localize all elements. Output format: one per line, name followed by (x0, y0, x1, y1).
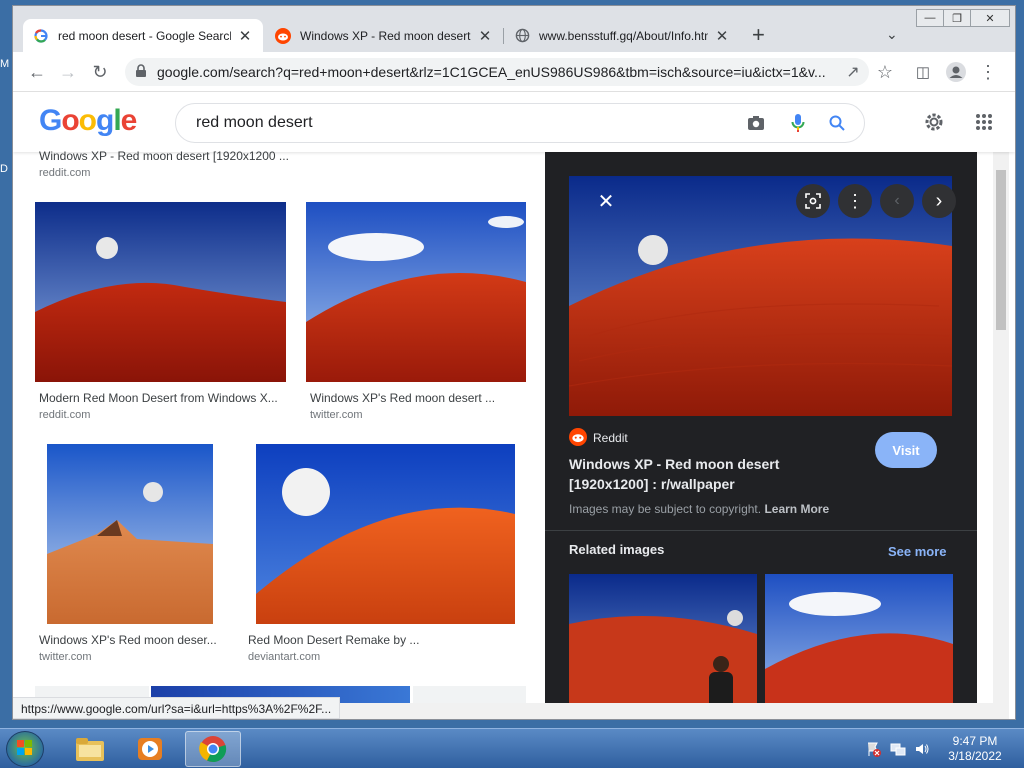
tab-title: www.bensstuff.gq/About/Info.htm (539, 28, 708, 43)
visit-button[interactable]: Visit (875, 432, 937, 468)
reload-button[interactable]: ↻ (88, 60, 112, 84)
new-tab-button[interactable]: + (752, 24, 765, 46)
next-image-icon[interactable]: › (922, 184, 956, 218)
learn-more-link[interactable]: Learn More (764, 502, 829, 516)
tab-title: red moon desert - Google Search (58, 28, 231, 43)
source-site[interactable]: Reddit (593, 431, 628, 445)
tab-google-search[interactable]: red moon desert - Google Search ✕ (23, 19, 263, 52)
image-preview-panel: ✕ ⋮ ‹ › Reddit Windows XP - Red moon des… (545, 152, 977, 719)
close-tab-icon[interactable]: ✕ (477, 27, 493, 45)
taskbar-chrome-icon[interactable] (185, 731, 241, 767)
minimize-button[interactable]: — (916, 9, 944, 27)
lens-search-icon[interactable] (796, 184, 830, 218)
back-button[interactable]: ← (25, 60, 49, 84)
microphone-icon[interactable] (788, 113, 808, 133)
globe-icon (514, 28, 530, 44)
close-tab-icon[interactable]: ✕ (237, 27, 253, 45)
start-button[interactable] (6, 731, 44, 767)
taskbar-clock[interactable]: 9:47 PM 3/18/2022 (940, 734, 1010, 764)
settings-gear-icon[interactable] (922, 110, 946, 134)
tab-search-chevron-icon[interactable]: ⌄ (886, 26, 898, 43)
result-caption[interactable]: Red Moon Desert Remake by ... (248, 633, 448, 647)
volume-icon[interactable] (914, 741, 930, 757)
divider (545, 530, 977, 531)
close-preview-icon[interactable]: ✕ (589, 184, 623, 218)
result-source: reddit.com (39, 167, 91, 179)
result-caption[interactable]: Windows XP's Red moon deser... (39, 633, 219, 647)
result-thumbnail[interactable] (306, 202, 526, 382)
google-icon (33, 28, 49, 44)
browser-toolbar: ← → ↻ google.com/search?q=red+moon+deser… (13, 52, 1015, 92)
network-icon[interactable] (890, 741, 906, 757)
taskbar-media-player-icon[interactable] (122, 731, 178, 767)
close-tab-icon[interactable]: ✕ (714, 27, 730, 45)
result-source: twitter.com (39, 651, 92, 663)
result-thumbnail[interactable] (256, 444, 515, 624)
previous-image-icon[interactable]: ‹ (880, 184, 914, 218)
result-source: deviantart.com (248, 651, 321, 663)
result-caption[interactable]: Modern Red Moon Desert from Windows X... (39, 391, 289, 405)
reddit-icon (275, 27, 291, 44)
close-window-button[interactable]: ✕ (970, 9, 1010, 27)
reddit-icon (569, 428, 587, 446)
result-thumbnail[interactable] (35, 202, 286, 382)
share-icon[interactable]: ↗ (841, 60, 865, 84)
search-icon[interactable] (827, 113, 847, 133)
taskbar-explorer-icon[interactable] (62, 731, 118, 767)
copyright-notice: Images may be subject to copyright. Lear… (569, 502, 830, 516)
result-thumbnail[interactable] (47, 444, 213, 624)
google-logo[interactable]: Google (39, 104, 137, 138)
result-source: twitter.com (310, 409, 363, 421)
apps-grid-icon[interactable] (972, 110, 996, 134)
taskbar: 9:47 PM 3/18/2022 (0, 728, 1024, 768)
browser-window: red moon desert - Google Search ✕ Window… (12, 5, 1016, 720)
tab-bensstuff[interactable]: www.bensstuff.gq/About/Info.htm ✕ (504, 19, 740, 52)
related-images-heading: Related images (569, 542, 665, 557)
tab-title: Windows XP - Red moon desert [1920x1200] (300, 28, 471, 43)
vertical-scrollbar[interactable] (993, 152, 1009, 719)
search-query: red moon desert (196, 114, 313, 131)
maximize-button[interactable]: ❐ (943, 9, 971, 27)
related-image[interactable] (765, 574, 953, 719)
google-header: Google red moon desert (13, 92, 1015, 152)
tab-strip: red moon desert - Google Search ✕ Window… (13, 6, 1015, 52)
result-source: reddit.com (39, 409, 91, 421)
desktop-icon-label: M (0, 58, 10, 70)
desktop-icon-label: D (0, 163, 8, 175)
related-image[interactable] (569, 574, 757, 719)
menu-kebab-icon[interactable]: ⋮ (976, 60, 1000, 84)
scrollbar-thumb[interactable] (996, 170, 1006, 330)
side-panel-icon[interactable]: ◫ (911, 60, 935, 84)
action-center-flag-icon[interactable] (866, 741, 882, 757)
forward-button[interactable]: → (56, 60, 80, 84)
tab-reddit[interactable]: Windows XP - Red moon desert [1920x1200]… (265, 19, 503, 52)
address-bar[interactable]: google.com/search?q=red+moon+desert&rlz=… (125, 58, 869, 86)
see-more-link[interactable]: See more (888, 544, 947, 559)
more-options-icon[interactable]: ⋮ (838, 184, 872, 218)
address-url: google.com/search?q=red+moon+desert&rlz=… (157, 64, 826, 80)
result-caption[interactable]: Windows XP - Red moon desert [1920x1200 … (39, 149, 299, 163)
preview-title[interactable]: Windows XP - Red moon desert [1920x1200]… (569, 454, 779, 494)
status-bar-url: https://www.google.com/url?sa=i&url=http… (13, 697, 341, 719)
lock-icon (135, 64, 147, 81)
bookmark-star-icon[interactable]: ☆ (873, 60, 897, 84)
result-thumbnail[interactable] (413, 686, 526, 703)
camera-search-icon[interactable] (746, 113, 766, 133)
page-content: Google red moon desert Windows XP - Red … (13, 92, 1015, 719)
result-caption[interactable]: Windows XP's Red moon desert ... (310, 391, 510, 405)
profile-avatar-icon[interactable] (944, 60, 968, 84)
